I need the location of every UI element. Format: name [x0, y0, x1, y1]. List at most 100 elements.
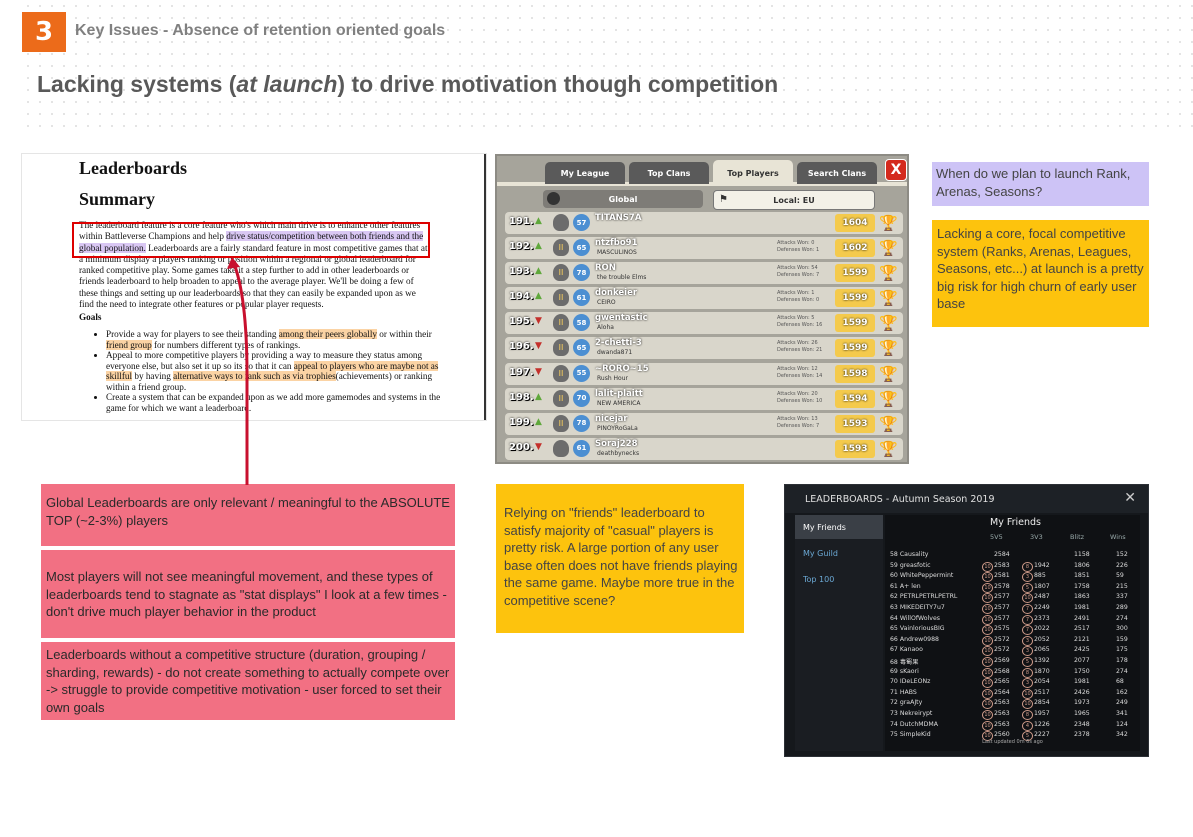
rank-badge-5v5: 10	[982, 635, 993, 646]
league-shield-icon: II	[553, 264, 569, 282]
rank: 197.	[509, 366, 534, 378]
rank-badge-3v3: 3	[1022, 646, 1033, 657]
player-row[interactable]: 192. ▲ II 65 ntzfbo91 MASCULINOS Attacks Won: …	[505, 237, 903, 260]
trophy-count: 1593	[835, 414, 875, 433]
clan-name: Rush Hour	[597, 374, 628, 382]
player-level: 58	[573, 314, 590, 332]
goal-item: Provide a way for players to see their s…	[106, 329, 451, 350]
score-5v5: 2572	[994, 646, 1010, 654]
note-competitive-system-risk: Lacking a core, focal competitive system…	[932, 220, 1149, 327]
last-updated: Last updated 0m 6s ago	[982, 739, 1043, 745]
score-blitz: 1158	[1074, 551, 1090, 558]
score-5v5: 2565	[994, 678, 1010, 686]
rank-up-icon: ▲	[535, 416, 542, 427]
player-name: 2-chetti-3	[595, 338, 642, 349]
rank-badge-5v5: 10	[982, 699, 993, 710]
tab-search-clans[interactable]: Search Clans	[797, 162, 877, 184]
tab-top-clans[interactable]: Top Clans	[629, 162, 709, 184]
close-icon[interactable]: X	[885, 159, 907, 181]
league-shield-icon: II	[553, 364, 569, 382]
player-row[interactable]: 199. ▲ II 78 nicejar PINOYRoGaLa Attacks Won: …	[505, 412, 903, 435]
score-blitz: 1973	[1074, 699, 1090, 707]
clan-name: CEIRO	[597, 299, 616, 307]
score-5v5: 2577	[994, 604, 1010, 611]
friend-row: 69 sKaori 10 2568 8 1870 1750 274	[890, 667, 1138, 678]
leaderboard-sidebar: My Friends My Guild Top 100	[795, 515, 883, 751]
player-row[interactable]: 196. ▼ II 65 2-chetti-3 dwanda871 Attacks Won:…	[505, 337, 903, 360]
player-row[interactable]: 200. ▼ 61 Soraj228 deathbynecks 1593 🏆	[505, 437, 903, 460]
friend-name: 64 WillOfWolves	[890, 614, 940, 622]
wins: 215	[1116, 582, 1128, 590]
score-3v3: 885	[1034, 572, 1046, 580]
rank-badge-5v5: 10	[982, 572, 993, 583]
rank-down-icon: ▼	[535, 341, 542, 352]
score-3v3: 2517	[1034, 688, 1050, 696]
rank: 194.	[509, 291, 534, 303]
player-name: Soraj228	[595, 438, 638, 449]
player-level: 55	[573, 364, 590, 382]
note-global-leaderboards: Global Leaderboards are only relevant / …	[41, 484, 455, 546]
friend-name: 66 Andrew0988	[890, 635, 939, 643]
league-shield-icon: II	[553, 239, 569, 257]
sidebar-item-my-guild[interactable]: My Guild	[795, 541, 883, 565]
score-blitz: 1863	[1074, 593, 1090, 601]
doc-goals-heading: Goals	[79, 312, 102, 322]
player-row[interactable]: 191. ▲ 57 TITANS7A 1604 🏆	[505, 212, 903, 234]
attack-defense-stats: Attacks Won: 13 Defenses Won: 7	[777, 415, 820, 429]
season-header: LEADERBOARDS - Autumn Season 2019 ✕	[785, 485, 1148, 513]
clan-name: the trouble Elms	[597, 274, 647, 282]
wins: 226	[1116, 561, 1128, 569]
trophy-icon: 🏆	[879, 239, 898, 258]
trophy-icon: 🏆	[879, 289, 898, 308]
score-3v3: 2227	[1034, 731, 1050, 739]
tab-top-players[interactable]: Top Players	[713, 160, 793, 186]
score-blitz: 2517	[1074, 625, 1090, 633]
rank-badge-3v3: 7	[1022, 614, 1033, 625]
player-row[interactable]: 193. ▲ II 78 RON the trouble Elms Attacks Won:…	[505, 262, 903, 285]
col-header-wins: Wins	[1110, 533, 1126, 541]
league-shield-icon: II	[553, 389, 569, 407]
score-5v5: 2581	[994, 572, 1010, 580]
player-row[interactable]: 198. ▲ II 70 lalit-plaitt NEW AMERICA Attacks …	[505, 387, 903, 410]
friend-name: 75 SimpleKid	[890, 731, 931, 739]
rank-badge-3v3: 10	[1022, 593, 1033, 604]
rank-badge-3v3: 7	[1022, 625, 1033, 636]
player-name: lalit-plaitt	[595, 388, 643, 399]
player-row[interactable]: 194. ▲ II 61 donkeier CEIRO Attacks Won: 1 Defe…	[505, 287, 903, 310]
title-suffix: ) to drive motivation though competition	[337, 71, 779, 97]
wins: 274	[1116, 667, 1128, 675]
dotted-background	[22, 0, 1193, 130]
rank-badge-3v3: 10	[1022, 688, 1033, 699]
score-3v3: 2065	[1034, 646, 1050, 654]
trophy-count: 1599	[835, 339, 875, 358]
local-button[interactable]: ⚑ Local: EU	[713, 190, 875, 210]
section-number-badge: 3	[22, 12, 66, 52]
score-blitz: 1965	[1074, 710, 1090, 717]
friend-name: 70 IDeLEONz	[890, 678, 931, 686]
league-shield-icon	[553, 214, 569, 231]
tab-my-league[interactable]: My League	[545, 162, 625, 184]
score-5v5: 2569	[994, 657, 1010, 664]
close-icon[interactable]: ✕	[1124, 490, 1136, 506]
score-5v5: 2578	[994, 582, 1010, 590]
sidebar-item-my-friends[interactable]: My Friends	[795, 515, 883, 539]
player-row[interactable]: 195. ▼ II 58 gwentastic Aloha Attacks Won: 5 De…	[505, 312, 903, 335]
global-button[interactable]: Global	[543, 190, 703, 208]
rank-badge-5v5: 10	[982, 625, 993, 636]
trophy-icon: 🏆	[879, 264, 898, 283]
score-5v5: 2564	[994, 688, 1010, 696]
score-5v5: 2584	[994, 551, 1010, 558]
wins: 341	[1116, 710, 1128, 717]
title-prefix: Lacking systems (	[37, 71, 237, 97]
friend-name: 63 MIKEDEITY7u7	[890, 604, 945, 611]
sidebar-item-top-100[interactable]: Top 100	[795, 567, 883, 591]
wins: 289	[1116, 604, 1128, 611]
player-row[interactable]: 197. ▼ II 55 ~RORO~15 Rush Hour Attacks Won: 1…	[505, 362, 903, 385]
score-5v5: 2577	[994, 614, 1010, 622]
score-3v3: 2054	[1034, 678, 1050, 686]
score-3v3: 1807	[1034, 582, 1050, 590]
wins: 178	[1116, 657, 1128, 664]
rank-badge-3v3: 4	[1022, 720, 1033, 731]
score-5v5: 2568	[994, 667, 1010, 675]
trophy-icon: 🏆	[879, 314, 898, 333]
